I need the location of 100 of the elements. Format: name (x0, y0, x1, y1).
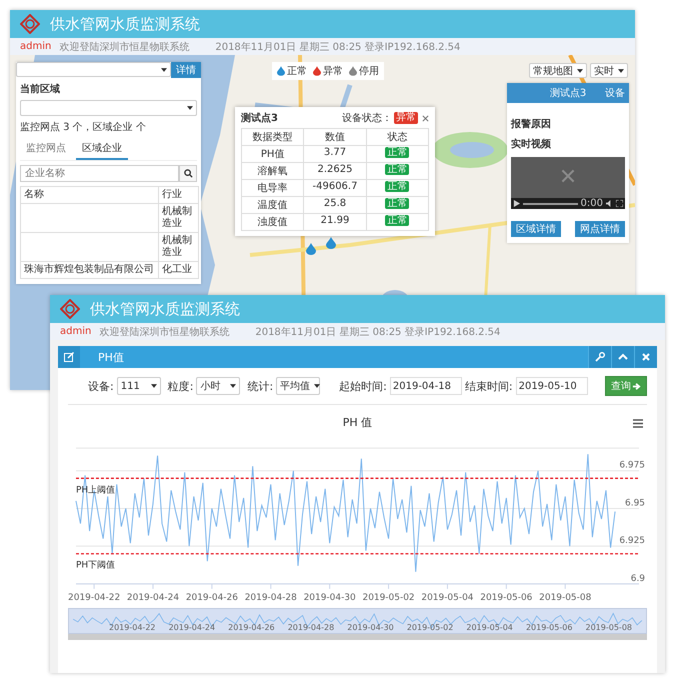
filter-select[interactable]: 小时 (196, 377, 240, 395)
status-badge: 异常 (394, 112, 418, 124)
table-cell: 溶解氧 (242, 163, 304, 179)
volume-icon[interactable] (606, 200, 613, 207)
scrollbar[interactable] (68, 634, 647, 640)
caret-icon (230, 384, 236, 388)
range-navigator[interactable]: 2019-04-22 2019-04-24 2019-04-26 2019-04-28 2019-04-30 2019-05-02 2019-05-04 2019-05-06 2019-05-08 (68, 608, 647, 634)
settings-button[interactable] (588, 346, 611, 368)
table-cell-text: 机械制造业 (161, 234, 193, 260)
table-cell: 2.2625 (304, 163, 367, 179)
detail-button[interactable]: 网点详情 (575, 221, 625, 237)
legend-label: 停用 (359, 65, 379, 78)
axis-tick-label: 2019-05-04 (421, 592, 474, 603)
column-header: 数值 (304, 129, 367, 145)
caret-icon (161, 68, 167, 72)
table-cell: 浊度值 (242, 214, 304, 230)
filter-label: 统计: (247, 378, 274, 394)
table-cell: 25.8 (304, 197, 367, 213)
popup-title: 测试点3 (241, 112, 278, 125)
fullscreen-icon[interactable] (616, 200, 623, 207)
panel-tab[interactable]: 区域企业 (76, 138, 128, 160)
app-title: 供水管网水质监测系统 (90, 300, 240, 318)
arrow-right-icon (632, 382, 641, 390)
table-cell: -49606.7 (304, 180, 367, 196)
map-select[interactable]: 实时 (590, 63, 628, 78)
logo-icon (60, 299, 80, 319)
caret-icon (618, 68, 624, 72)
caret-icon (187, 106, 193, 110)
column-header: 行业 (161, 188, 183, 202)
device-link[interactable]: 设备 (605, 86, 625, 100)
navigator-label: 2019-05-02 (406, 623, 454, 632)
status-badge: 正常 (385, 198, 410, 209)
edit-button[interactable] (58, 346, 80, 368)
search-field[interactable]: 企业名称 (20, 165, 179, 182)
close-button[interactable] (634, 346, 657, 368)
session-text: 2018年11月01日 星期三 08:25 登录IP192.168.2.54 (215, 40, 460, 54)
legend-label: 正常 (287, 64, 307, 78)
axis-tick-label: 6.9 (630, 574, 645, 584)
user-name: admin (20, 41, 52, 52)
table-cell-text: 化工业 (161, 262, 193, 277)
cross-icon (561, 169, 575, 183)
video-time: 0:00 (580, 198, 603, 208)
map-pin-icon[interactable] (326, 237, 336, 249)
axis-tick-label: 2019-05-02 (362, 592, 415, 603)
axis-tick-label: 6.975 (619, 460, 645, 471)
map-pin-icon[interactable] (306, 243, 316, 255)
navigator-label: 2019-05-04 (466, 623, 513, 632)
filter-label: 起始时间: (339, 378, 387, 394)
summary-text: 监控网点 3 个，区域企业 个 (20, 120, 146, 134)
date-field[interactable]: 2019-05-10 (516, 377, 588, 395)
table-cell: 温度值 (242, 197, 304, 213)
filter-label: 结束时间: (464, 378, 513, 394)
video-label: 实时视频 (511, 137, 552, 151)
map-select[interactable]: 常规地图 (529, 63, 587, 78)
panel-tab[interactable]: 监控网点 (20, 138, 72, 160)
date-field[interactable]: 2019-04-18 (390, 377, 462, 395)
status-label: 设备状态： (342, 112, 392, 125)
status-badge: 正常 (385, 181, 410, 192)
logo-icon (20, 14, 40, 34)
caret-icon (314, 384, 320, 388)
filter-label: 粒度: (168, 378, 194, 394)
navigator-label: 2019-05-06 (526, 623, 572, 632)
axis-tick-label: 2019-05-08 (539, 592, 592, 603)
axis-tick-label: 2019-04-30 (304, 592, 356, 603)
filter-select[interactable]: 111 (116, 377, 161, 395)
axis-tick-label: 6.95 (625, 498, 645, 508)
axis-tick-label: 6.925 (619, 536, 645, 546)
axis-tick-label: 2019-04-22 (68, 592, 120, 603)
navigator-label: 2019-04-24 (168, 623, 216, 632)
navigator-label: 2019-04-26 (228, 623, 275, 632)
axis-tick-label: 2019-04-28 (244, 592, 297, 603)
collapse-button[interactable] (611, 346, 634, 368)
table-cell-text: 机械制造业 (161, 204, 193, 231)
threshold-label: PH下阈值 (76, 560, 116, 571)
session-text: 2018年11月01日 星期三 08:25 登录IP192.168.2.54 (255, 326, 500, 338)
navigator-label: 2019-04-28 (288, 623, 334, 632)
app-title: 供水管网水质监测系统 (50, 14, 200, 34)
menu-icon[interactable] (633, 419, 643, 428)
detail-button[interactable]: 详情 (171, 62, 201, 78)
welcome-text: 欢迎登陆深圳市恒星物联系统 (59, 40, 190, 54)
status-badge: 正常 (385, 147, 410, 158)
column-header: 名称 (21, 187, 159, 203)
filter-select[interactable]: 平均值 (276, 377, 320, 395)
axis-tick-label: 2019-04-24 (126, 592, 180, 603)
table-cell: 3.77 (304, 146, 367, 162)
table-cell: 电导率 (242, 180, 304, 196)
search-icon (184, 169, 192, 178)
caret-icon (577, 68, 583, 72)
close-icon (641, 352, 651, 362)
play-icon[interactable] (513, 200, 520, 207)
column-header: 状态 (386, 130, 408, 145)
legend-label: 异常 (323, 64, 343, 78)
table-cell: 珠海市辉煌包装制品有限公司 (21, 262, 159, 278)
status-badge: 正常 (385, 164, 410, 175)
axis-tick-label: 2019-04-26 (186, 592, 238, 603)
search-button[interactable] (179, 165, 197, 182)
filter-label: 设备: (88, 378, 114, 394)
column-header: 数据类型 (242, 129, 304, 145)
close-icon[interactable] (422, 114, 429, 122)
detail-button[interactable]: 区域详情 (511, 221, 561, 237)
